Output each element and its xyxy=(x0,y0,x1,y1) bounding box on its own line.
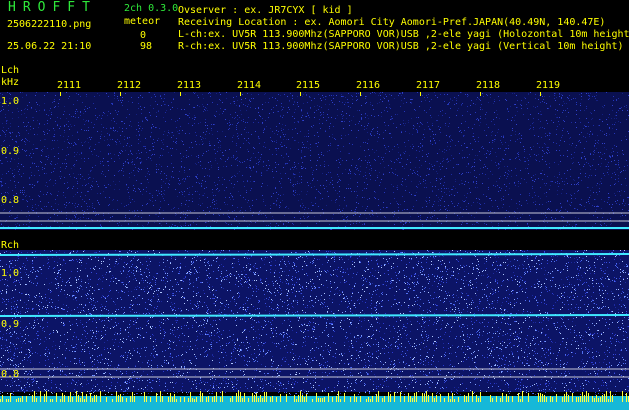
rch-tick-0.9: 0.9 xyxy=(1,319,20,330)
minute-label: 2116 xyxy=(356,80,381,91)
minute-tick xyxy=(480,92,481,96)
minute-label: 2113 xyxy=(177,80,202,91)
minute-tick xyxy=(540,92,541,96)
lch-label: Lch xyxy=(1,65,20,76)
rch-carrier-top xyxy=(0,253,629,256)
lch-tick-1.0: 1.0 xyxy=(1,96,20,107)
minute-tick xyxy=(420,92,421,96)
minute-label: 2114 xyxy=(237,80,262,91)
minute-label: 2119 xyxy=(536,80,561,91)
minute-tick xyxy=(120,92,121,96)
lch-tick-0.9: 0.9 xyxy=(1,146,20,157)
rch-tick-0.8: 0.8 xyxy=(1,369,20,380)
minute-tick xyxy=(60,92,61,96)
rch-carrier-mid xyxy=(0,314,629,317)
khz-unit-label: kHz xyxy=(1,77,20,88)
spectrogram-canvas xyxy=(0,92,629,410)
rch-waterfall xyxy=(0,250,629,392)
rch-tick-1.0: 1.0 xyxy=(1,268,20,279)
minute-label: 2111 xyxy=(57,80,82,91)
lch-tick-0.8: 0.8 xyxy=(1,195,20,206)
minute-tick xyxy=(300,92,301,96)
minute-tick xyxy=(240,92,241,96)
minute-tick xyxy=(180,92,181,96)
minute-label: 2112 xyxy=(117,80,142,91)
rch-label: Rch xyxy=(1,240,20,251)
minute-label: 2115 xyxy=(296,80,321,91)
minute-tick xyxy=(360,92,361,96)
minute-label: 2117 xyxy=(416,80,441,91)
minute-label: 2118 xyxy=(476,80,501,91)
